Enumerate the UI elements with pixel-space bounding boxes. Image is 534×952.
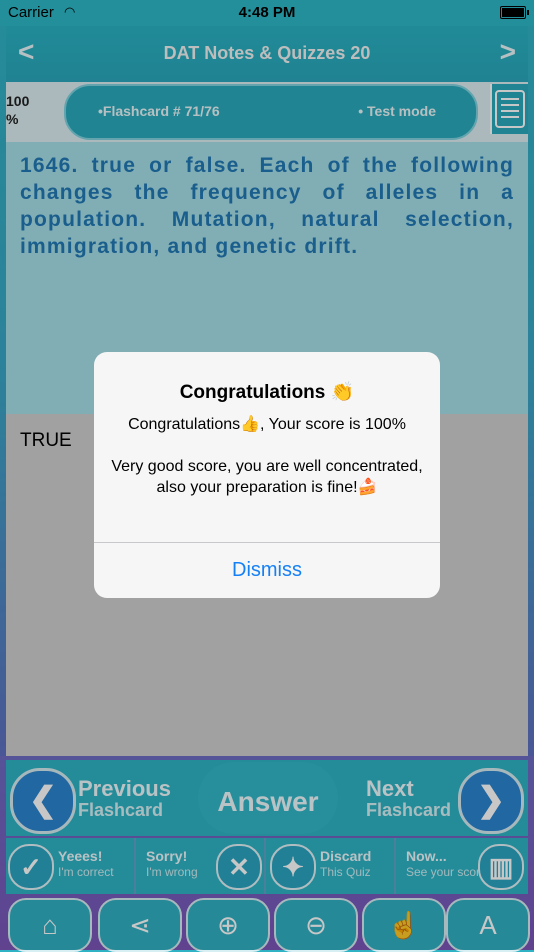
- alert-message: Congratulations👍, Your score is 100% Ver…: [108, 414, 426, 498]
- alert-title: Congratulations 👏: [179, 382, 355, 403]
- alert-score-line: Congratulations👍, Your score is 100%: [128, 416, 406, 433]
- alert-feedback-line: Very good score, you are well concentrat…: [111, 458, 423, 496]
- congratulations-alert: Congratulations 👏 Congratulations👍, Your…: [94, 352, 440, 598]
- dismiss-button[interactable]: Dismiss: [94, 543, 440, 598]
